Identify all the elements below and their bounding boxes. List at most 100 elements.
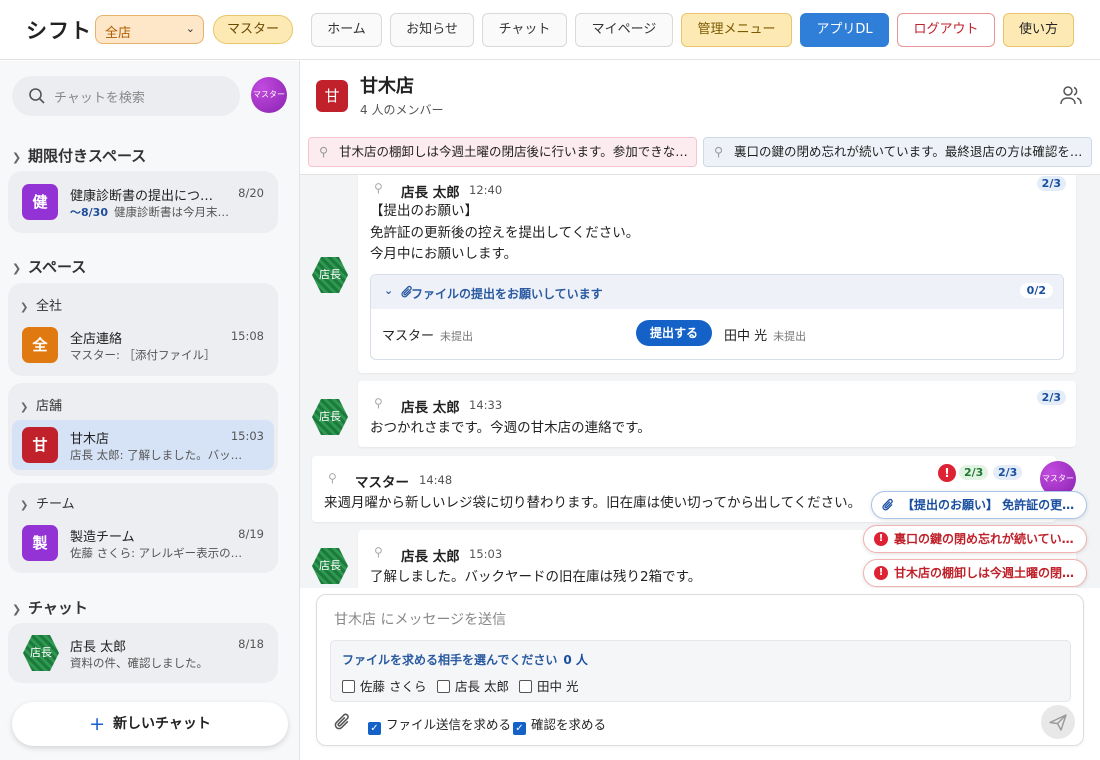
- sender-avatar[interactable]: 店長: [312, 399, 348, 435]
- store-select[interactable]: 全店 ⌄: [95, 15, 204, 44]
- room-preview: マスター: ［添付ファイル］: [70, 348, 216, 362]
- candidate-checkbox-tanaka[interactable]: 田中 光: [519, 676, 578, 695]
- group-head-all-label: 全社: [36, 299, 63, 314]
- chat-group: 店長 店長 太郎 8/18 資料の件、確認しました。: [8, 623, 278, 683]
- chevron-right-icon: ❯: [20, 500, 29, 511]
- role-badge: マスター: [213, 15, 293, 44]
- candidate-checkbox-manager[interactable]: 店長 太郎: [437, 676, 509, 695]
- chevron-down-icon: ⌄: [185, 22, 195, 35]
- pinned-bar: ⚲ 甘木店の棚卸しは今週土曜の閉店後に行います。参加できな… ⚲ 裏口の鍵の閉め忘れ…: [300, 129, 1100, 175]
- chevron-right-icon: ❯: [12, 262, 22, 275]
- nav-home-button[interactable]: ホーム: [311, 13, 382, 47]
- new-chat-button[interactable]: + 新しいチャット: [12, 702, 288, 746]
- picker-title-text: ファイルを求める相手を選んでください: [342, 653, 558, 667]
- message-time: 15:03: [469, 547, 503, 561]
- group-head-teams[interactable]: ❯ チーム: [20, 493, 75, 512]
- candidate-name: 田中 光: [537, 679, 579, 694]
- pin-icon[interactable]: ⚲: [374, 545, 383, 559]
- toast-alert-1[interactable]: ! 裏口の鍵の閉め忘れが続いてい…: [863, 525, 1087, 553]
- limited-space-group: 健 健康診断書の提出につ… 8/20 〜8/30 健康診断書は今月末…: [8, 171, 278, 233]
- room-item-amagi[interactable]: 甘 甘木店 15:03 店長 太郎: 了解しました。バッ…: [12, 420, 274, 470]
- nav-news-button[interactable]: お知らせ: [390, 13, 474, 47]
- nav-logout-button[interactable]: ログアウト: [897, 13, 995, 47]
- app-logo[interactable]: シフト: [26, 15, 92, 45]
- room-item-manager-dm[interactable]: 店長 店長 太郎 8/18 資料の件、確認しました。: [12, 628, 274, 678]
- alert-icon[interactable]: !: [938, 464, 956, 482]
- room-preview-text: 健康診断書は今月末…: [113, 205, 229, 219]
- nav-mypage-button[interactable]: マイページ: [575, 13, 673, 47]
- room-avatar: 店長: [23, 635, 59, 671]
- checkbox[interactable]: [437, 680, 450, 693]
- candidate-name: 佐藤 さくら: [360, 679, 427, 694]
- chevron-right-icon: ❯: [20, 302, 29, 313]
- nav-app-download-button[interactable]: アプリDL: [800, 13, 889, 47]
- nav-admin-button[interactable]: 管理メニュー: [681, 13, 792, 47]
- assignee-status: 未提出: [440, 330, 474, 343]
- picker-title: ファイルを求める相手を選んでください 0 人: [342, 651, 588, 668]
- nav-help-button[interactable]: 使い方: [1003, 13, 1074, 47]
- group-head-all[interactable]: ❯ 全社: [20, 295, 62, 314]
- room-name: 全店連絡: [70, 332, 123, 347]
- pin-icon[interactable]: ⚲: [374, 396, 383, 410]
- group-head-teams-label: チーム: [36, 497, 75, 512]
- checkbox-checked[interactable]: ✓: [368, 722, 381, 735]
- members-icon[interactable]: [1060, 85, 1082, 105]
- room-preview: 佐藤 さくら: アレルギー表示の…: [70, 546, 243, 560]
- room-icon: 全: [22, 327, 58, 363]
- confirm-count-badge[interactable]: 2/3: [959, 465, 989, 480]
- send-button[interactable]: [1041, 705, 1075, 739]
- room-item-production[interactable]: 製 製造チーム 8/19 佐藤 さくら: アレルギー表示の…: [12, 518, 274, 568]
- checkbox[interactable]: [519, 680, 532, 693]
- section-limited-spaces[interactable]: ❯ 期限付きスペース: [12, 145, 146, 166]
- sender-avatar[interactable]: 店長: [312, 257, 348, 293]
- toast-alert-2[interactable]: ! 甘木店の棚卸しは今週土曜の閉…: [863, 559, 1087, 587]
- option-request-file[interactable]: ✓ ファイル送信を求める: [368, 714, 511, 735]
- file-request-picker: ファイルを求める相手を選んでください 0 人 佐藤 さくら 店長 太郎 田中 光: [330, 640, 1071, 702]
- assignee-tanaka: 田中 光未提出: [724, 325, 806, 344]
- member-count[interactable]: 4 人のメンバー: [360, 101, 443, 118]
- assignee-name: 田中 光: [724, 329, 768, 344]
- alert-icon: !: [874, 566, 888, 580]
- message-time: 12:40: [469, 183, 503, 197]
- message-bubble: ⚲ 店長 太郎 14:33 2/3 おつかれさまです。今週の甘木店の連絡です。: [358, 381, 1076, 447]
- read-count-badge[interactable]: 2/3: [993, 465, 1023, 480]
- room-icon: 甘: [22, 427, 58, 463]
- toast-file-request[interactable]: 【提出のお願い】 免許証の更…: [871, 491, 1087, 519]
- paperclip-icon[interactable]: [334, 712, 352, 732]
- group-head-stores[interactable]: ❯ 店舗: [20, 395, 62, 414]
- message-sender: マスター: [355, 475, 409, 491]
- file-request-header[interactable]: ⌄ ファイルの提出をお願いしています 0/2: [371, 275, 1063, 309]
- assignee-name: マスター: [382, 329, 435, 344]
- sender-avatar[interactable]: 店長: [312, 548, 348, 584]
- room-preview: 〜8/30 健康診断書は今月末…: [70, 204, 260, 220]
- paperclip-icon: [401, 285, 412, 298]
- section-spaces-label: スペース: [28, 258, 87, 276]
- room-item-all-stores[interactable]: 全 全店連絡 15:08 マスター: ［添付ファイル］: [12, 320, 274, 370]
- room-item-health[interactable]: 健 健康診断書の提出につ… 8/20 〜8/30 健康診断書は今月末…: [12, 177, 274, 227]
- submit-file-button[interactable]: 提出する: [636, 320, 712, 346]
- section-spaces[interactable]: ❯ スペース: [12, 256, 86, 277]
- room-time: 8/18: [238, 637, 264, 651]
- checkbox-checked[interactable]: ✓: [513, 722, 526, 735]
- chat-search-input[interactable]: チャットを検索: [12, 76, 240, 116]
- read-count-badge[interactable]: 2/3: [1036, 176, 1066, 191]
- option-label: ファイル送信を求める: [386, 717, 512, 732]
- option-request-confirm[interactable]: ✓ 確認を求める: [513, 714, 606, 735]
- candidate-checkbox-sato[interactable]: 佐藤 さくら: [342, 676, 426, 695]
- checkbox[interactable]: [342, 680, 355, 693]
- toast-text: 甘木店の棚卸しは今週土曜の閉…: [894, 566, 1075, 580]
- pinned-message-2[interactable]: ⚲ 裏口の鍵の閉め忘れが続いています。最終退店の方は確認を…: [703, 137, 1092, 167]
- pin-icon[interactable]: ⚲: [374, 181, 383, 195]
- assignee-master: マスター 未提出: [382, 325, 473, 344]
- message-input[interactable]: 甘木店 にメッセージを送信: [334, 609, 506, 629]
- pinned-message-1[interactable]: ⚲ 甘木店の棚卸しは今週土曜の閉店後に行います。参加できな…: [308, 137, 697, 167]
- read-count-badge[interactable]: 2/3: [1036, 390, 1066, 405]
- message-list[interactable]: 店長 ⚲ 店長 太郎 12:40 2/3 【提出のお願い】 免許証の更新後の控え…: [300, 175, 1100, 588]
- pin-icon[interactable]: ⚲: [328, 471, 337, 485]
- section-chats[interactable]: ❯ チャット: [12, 597, 88, 618]
- send-icon: [1049, 714, 1067, 731]
- space-group-stores: ❯ 店舗 甘 甘木店 15:03 店長 太郎: 了解しました。バッ…: [8, 383, 278, 476]
- nav-chat-button[interactable]: チャット: [482, 13, 567, 47]
- user-avatar[interactable]: マスター: [251, 77, 287, 113]
- assignee-status: 未提出: [773, 330, 807, 343]
